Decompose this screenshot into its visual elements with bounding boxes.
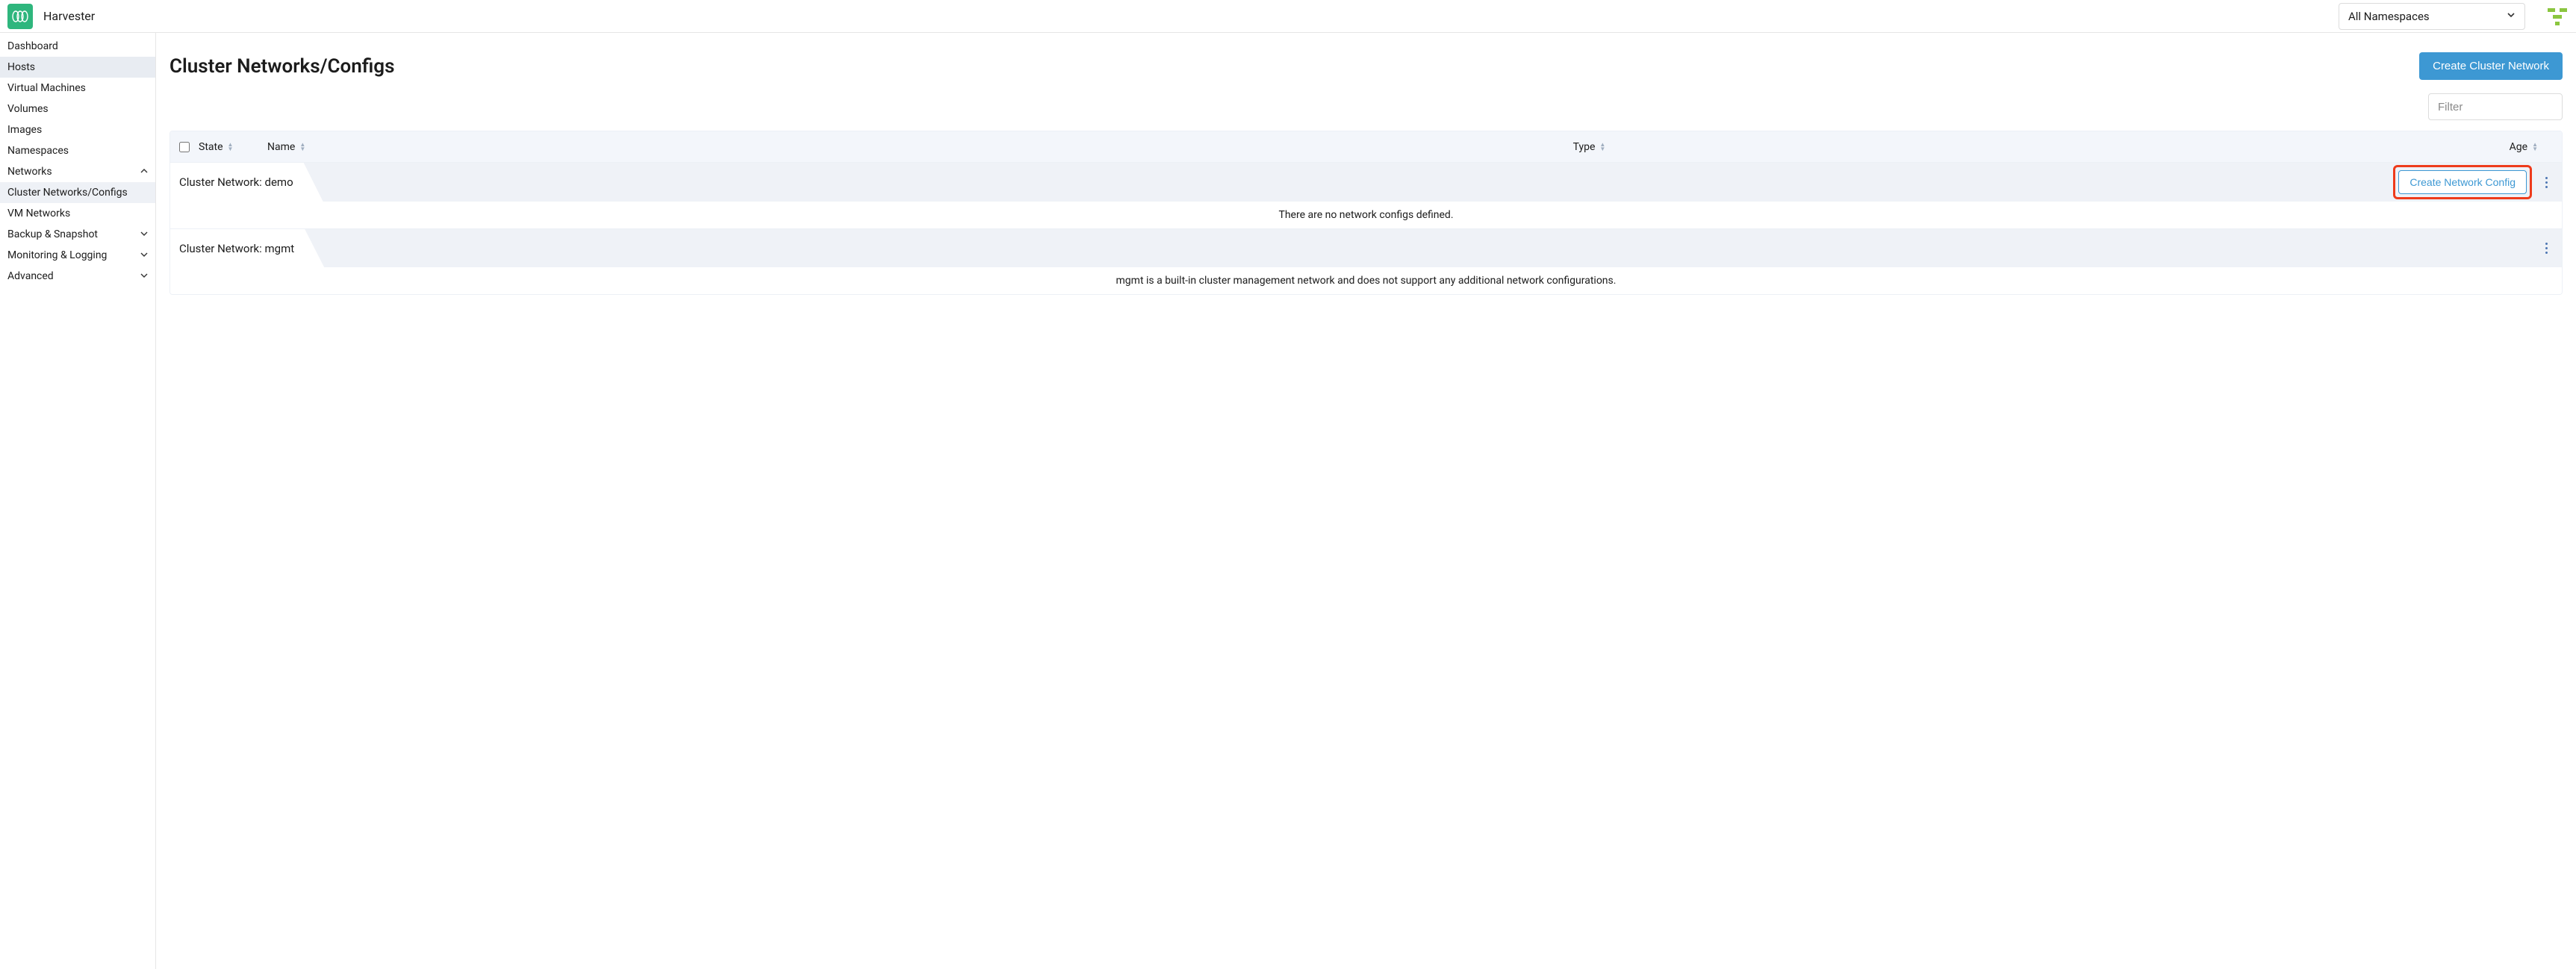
table-header: State ▲▼ Name ▲▼ Type ▲▼ Age ▲▼ (170, 131, 2562, 163)
harvester-icon (11, 10, 29, 22)
empty-message: There are no network configs defined. (170, 202, 2562, 228)
column-label: State (199, 141, 223, 153)
sidebar-group-label: Backup & Snapshot (7, 228, 98, 240)
column-label: Age (2510, 141, 2527, 153)
table: State ▲▼ Name ▲▼ Type ▲▼ Age ▲▼ Clust (169, 131, 2563, 295)
column-age[interactable]: Age ▲▼ (2493, 141, 2538, 153)
chevron-down-icon (2507, 10, 2516, 22)
row-actions-menu[interactable] (2539, 177, 2553, 188)
highlight-box: Create Network Config (2393, 165, 2532, 199)
sidebar-item-label: Virtual Machines (7, 82, 86, 94)
sidebar-group-advanced[interactable]: Advanced (0, 266, 155, 287)
sort-icon: ▲▼ (1599, 143, 1605, 152)
create-network-config-button[interactable]: Create Network Config (2398, 170, 2527, 194)
sort-icon: ▲▼ (228, 143, 234, 152)
chevron-down-icon (140, 250, 148, 261)
brand-name: Harvester (43, 9, 95, 23)
column-name[interactable]: Name ▲▼ (267, 141, 685, 153)
sidebar-group-networks[interactable]: Networks (0, 161, 155, 182)
sidebar-group-label: Monitoring & Logging (7, 249, 107, 261)
column-state[interactable]: State ▲▼ (199, 141, 267, 153)
page-title: Cluster Networks/Configs (169, 55, 394, 78)
select-all-checkbox-input[interactable] (179, 142, 190, 152)
column-type[interactable]: Type ▲▼ (685, 141, 2493, 153)
column-label: Name (267, 141, 295, 153)
sidebar-group-backup[interactable]: Backup & Snapshot (0, 224, 155, 245)
sidebar-item-namespaces[interactable]: Namespaces (0, 140, 155, 161)
sidebar-item-label: Hosts (7, 61, 35, 73)
sidebar-item-dashboard[interactable]: Dashboard (0, 36, 155, 57)
chevron-down-icon (140, 271, 148, 281)
info-message: mgmt is a built-in cluster management ne… (170, 267, 2562, 294)
sidebar-item-label: Volumes (7, 103, 49, 115)
sidebar-item-label: VM Networks (7, 208, 70, 219)
sidebar: Dashboard Hosts Virtual Machines Volumes… (0, 33, 156, 969)
sidebar-group-label: Advanced (7, 270, 54, 282)
table-group-header: Cluster Network: mgmt (170, 228, 2562, 267)
sidebar-item-hosts[interactable]: Hosts (0, 57, 155, 78)
row-actions-menu[interactable] (2539, 243, 2553, 254)
namespace-selector[interactable]: All Namespaces (2339, 3, 2525, 30)
sidebar-item-vms[interactable]: Virtual Machines (0, 78, 155, 99)
product-logo-icon (2546, 5, 2569, 28)
brand-logo-icon (7, 4, 33, 29)
sidebar-item-volumes[interactable]: Volumes (0, 99, 155, 119)
sort-icon: ▲▼ (299, 143, 305, 152)
select-all-checkbox[interactable] (179, 142, 199, 152)
topbar: Harvester All Namespaces (0, 0, 2576, 33)
table-group-header: Cluster Network: demo Create Network Con… (170, 163, 2562, 202)
namespace-selector-label: All Namespaces (2348, 10, 2430, 23)
group-title: Cluster Network: demo (170, 163, 323, 202)
sidebar-item-label: Namespaces (7, 145, 69, 157)
sidebar-group-monitoring[interactable]: Monitoring & Logging (0, 245, 155, 266)
group-title: Cluster Network: mgmt (170, 229, 324, 267)
filter-input[interactable] (2428, 93, 2563, 120)
sidebar-item-label: Dashboard (7, 40, 58, 52)
create-cluster-network-button[interactable]: Create Cluster Network (2419, 52, 2563, 80)
chevron-up-icon (140, 166, 148, 177)
sort-icon: ▲▼ (2532, 143, 2538, 152)
sidebar-item-label: Images (7, 124, 42, 136)
sidebar-group-label: Networks (7, 166, 52, 178)
sidebar-item-vm-networks[interactable]: VM Networks (0, 203, 155, 224)
sidebar-item-images[interactable]: Images (0, 119, 155, 140)
sidebar-item-label: Cluster Networks/Configs (7, 187, 128, 199)
column-label: Type (1573, 141, 1596, 153)
sidebar-item-cluster-networks[interactable]: Cluster Networks/Configs (0, 182, 155, 203)
brand: Harvester (7, 4, 95, 29)
chevron-down-icon (140, 229, 148, 240)
main-content: Cluster Networks/Configs Create Cluster … (156, 33, 2576, 969)
